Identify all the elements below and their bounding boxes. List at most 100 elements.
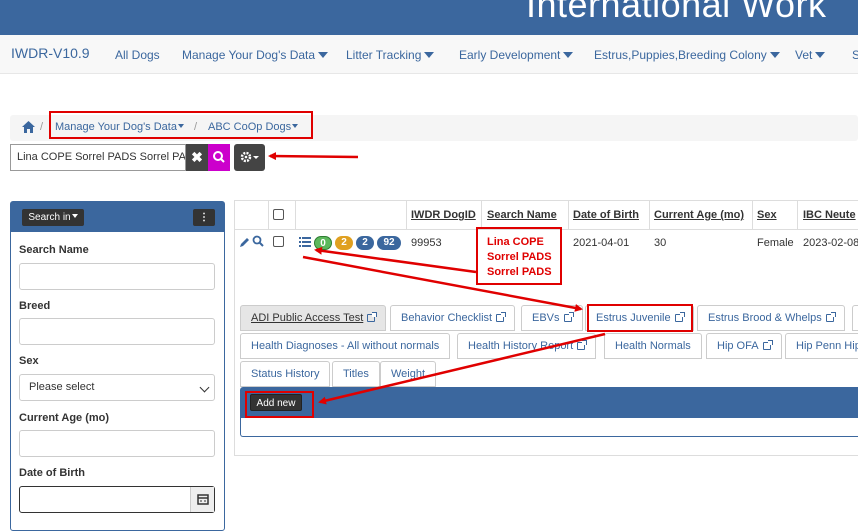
header-sex[interactable]: Sex — [757, 209, 777, 221]
breed-label: Breed — [19, 300, 51, 312]
tab-label: ADI Public Access Test — [251, 312, 364, 324]
column-divider — [295, 201, 296, 229]
nav-label: Early Development — [459, 48, 561, 62]
badge-count[interactable]: 92 — [377, 236, 401, 250]
tab-more[interactable] — [852, 305, 858, 331]
clear-search-button[interactable]: ✖ — [186, 144, 208, 171]
tab-hip-ofa[interactable]: Hip OFA — [706, 333, 782, 359]
tab-adi-public-access[interactable]: ADI Public Access Test — [240, 305, 387, 331]
nav-label: Vet — [795, 48, 813, 62]
tab-status-history[interactable]: Status History — [240, 361, 331, 387]
nav-label: Manage Your Dog's Data — [182, 48, 316, 62]
external-link-icon — [762, 340, 773, 350]
column-divider — [268, 201, 269, 229]
dog-search-input[interactable]: Lina COPE Sorrel PADS Sorrel PADS — [10, 144, 186, 171]
cell-age: 30 — [654, 237, 667, 249]
tab-weight[interactable]: Weight — [380, 361, 437, 387]
external-link-icon — [825, 312, 836, 322]
highlight-box — [476, 227, 562, 285]
search-in-label: Search in — [28, 212, 71, 223]
sex-select[interactable]: Please select — [19, 374, 215, 401]
tab-hip-penn-hip[interactable]: Hip Penn Hip — [785, 333, 858, 359]
gear-icon — [240, 151, 259, 163]
nav-label: S — [852, 48, 858, 62]
calendar-icon — [197, 494, 209, 505]
tab-health-history-report[interactable]: Health History Report — [457, 333, 597, 359]
tab-label: Health History Report — [468, 340, 574, 352]
column-divider — [797, 201, 798, 229]
badge-blue[interactable]: 2 — [356, 236, 374, 250]
badge-green[interactable]: 0 — [314, 236, 332, 250]
tab-label: Status History — [251, 368, 320, 380]
home-icon[interactable] — [22, 121, 35, 133]
breadcrumb-separator: / — [40, 121, 44, 133]
search-icon — [213, 151, 225, 163]
cell-dob: 2021-04-01 — [573, 237, 630, 249]
current-age-label: Current Age (mo) — [19, 412, 110, 424]
tab-label: Health Normals — [615, 340, 691, 352]
caret-down-icon — [769, 52, 780, 58]
nav-label: Estrus,Puppies,Breeding Colony — [594, 48, 767, 62]
select-all-checkbox[interactable] — [273, 209, 284, 220]
search-in-dropdown[interactable]: Search in — [22, 209, 84, 226]
nav-estrus-puppies[interactable]: Estrus,Puppies,Breeding Colony — [594, 48, 780, 62]
header-dogid[interactable]: IWDR DogID — [411, 209, 476, 221]
tab-label: Weight — [391, 368, 426, 380]
external-link-icon — [496, 312, 507, 322]
current-age-field[interactable] — [19, 430, 215, 457]
view-search-icon[interactable] — [252, 235, 265, 248]
brand-link[interactable]: IWDR-V10.9 — [11, 45, 90, 61]
highlight-box — [587, 304, 693, 332]
edit-icon[interactable] — [239, 236, 251, 248]
dob-label: Date of Birth — [19, 467, 85, 479]
tab-ebvs[interactable]: EBVs — [521, 305, 583, 331]
nav-manage-data[interactable]: Manage Your Dog's Data — [182, 48, 329, 62]
external-link-icon — [577, 340, 588, 350]
sex-label: Sex — [19, 355, 39, 367]
panel-menu-button[interactable]: ⋮ — [193, 209, 215, 226]
nav-litter-tracking[interactable]: Litter Tracking — [346, 48, 435, 62]
header-search-name[interactable]: Search Name — [487, 209, 557, 221]
tab-health-normals[interactable]: Health Normals — [604, 333, 702, 359]
row-checkbox[interactable] — [273, 236, 284, 247]
nav-label: All Dogs — [115, 48, 160, 62]
column-divider — [481, 201, 482, 229]
tab-label: Titles — [343, 368, 369, 380]
search-name-field[interactable] — [19, 263, 215, 290]
header-current-age[interactable]: Current Age (mo) — [654, 209, 744, 221]
nav-all-dogs[interactable]: All Dogs — [115, 48, 160, 62]
nav-vet[interactable]: Vet — [795, 48, 826, 62]
tab-label: EBVs — [532, 312, 560, 324]
tab-estrus-brood-whelps[interactable]: Estrus Brood & Whelps — [697, 305, 845, 331]
caret-down-icon — [563, 52, 574, 58]
caret-down-icon — [71, 214, 78, 218]
column-divider — [568, 201, 569, 229]
badge-orange[interactable]: 2 — [335, 236, 353, 250]
list-icon[interactable] — [299, 236, 312, 248]
tab-behavior-checklist[interactable]: Behavior Checklist — [390, 305, 516, 331]
search-button[interactable] — [208, 144, 230, 171]
sex-select-value: Please select — [29, 381, 95, 393]
header-dob[interactable]: Date of Birth — [573, 209, 639, 221]
column-divider — [752, 201, 753, 229]
header-label: Sex — [757, 209, 777, 221]
caret-down-icon — [318, 52, 329, 58]
caret-down-icon — [424, 52, 435, 58]
settings-button[interactable] — [234, 144, 265, 171]
calendar-button[interactable] — [190, 487, 214, 512]
main-navbar: IWDR-V10.9 All Dogs Manage Your Dog's Da… — [0, 35, 858, 74]
nav-early-development[interactable]: Early Development — [459, 48, 574, 62]
header-label: IBC Neute — [803, 209, 856, 221]
dob-field[interactable] — [19, 486, 215, 513]
tab-content-panel: Add new — [240, 387, 858, 437]
header-label: IWDR DogID — [411, 209, 476, 221]
search-name-label: Search Name — [19, 244, 89, 256]
tab-health-diagnoses[interactable]: Health Diagnoses - All without normals — [240, 333, 451, 359]
nav-more[interactable]: S — [852, 48, 858, 62]
vertical-dots-icon: ⋮ — [199, 212, 209, 223]
header-ibc-neuter[interactable]: IBC Neute — [803, 209, 856, 221]
header-label: Current Age (mo) — [654, 209, 745, 221]
highlight-box — [49, 111, 313, 139]
tab-titles[interactable]: Titles — [332, 361, 380, 387]
breed-field[interactable] — [19, 318, 215, 345]
